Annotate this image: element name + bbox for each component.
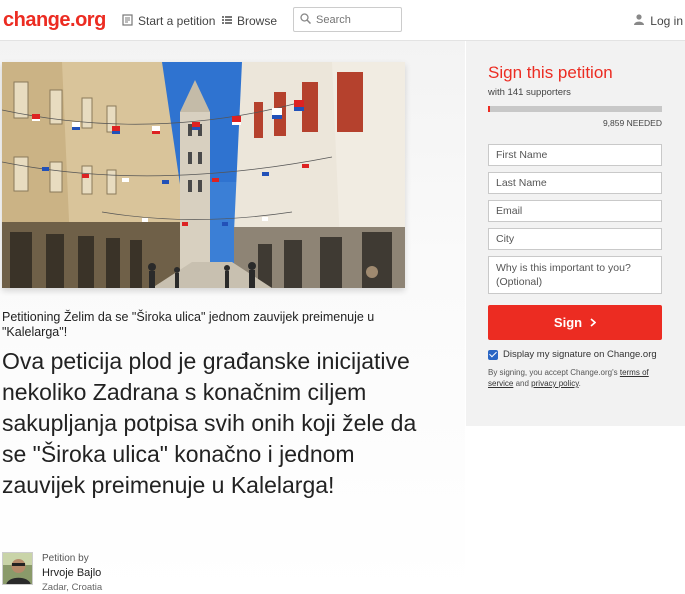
top-header: change.org Start a petition Browse Log i… <box>0 0 685 41</box>
browse-label: Browse <box>237 14 278 28</box>
terms-and: and <box>515 379 529 388</box>
sign-panel-pointer <box>466 410 685 426</box>
display-signature-checkbox[interactable] <box>488 349 498 360</box>
start-petition-label: Start a petition <box>138 14 216 28</box>
author-avatar[interactable] <box>2 552 33 585</box>
email-field[interactable] <box>488 200 662 222</box>
last-name-field[interactable] <box>488 172 662 194</box>
privacy-policy-link[interactable]: privacy policy <box>531 379 578 388</box>
display-signature-option[interactable]: Display my signature on Change.org <box>488 349 657 360</box>
petition-photo <box>2 62 405 288</box>
first-name-field[interactable] <box>488 144 662 166</box>
reason-field[interactable] <box>488 256 662 294</box>
list-icon <box>222 15 232 27</box>
city-field[interactable] <box>488 228 662 250</box>
terms-prefix: By signing, you accept Change.org's <box>488 368 618 377</box>
change-org-logo[interactable]: change.org <box>3 9 106 32</box>
start-petition-link[interactable]: Start a petition <box>122 14 215 28</box>
signature-progress-bar <box>488 106 662 112</box>
login-label: Log in <box>650 14 683 28</box>
signature-progress-fill <box>488 106 491 112</box>
sign-title: Sign this petition <box>488 63 613 82</box>
login-link[interactable]: Log in <box>634 14 683 28</box>
petitioning-target: Petitioning Želim da se "Široka ulica" j… <box>2 310 375 339</box>
user-icon <box>634 14 645 28</box>
chevron-right-icon <box>590 315 597 330</box>
display-signature-label: Display my signature on Change.org <box>503 349 657 360</box>
search-input[interactable] <box>316 13 396 26</box>
search-box[interactable] <box>293 7 402 32</box>
author-location: Zadar, Croatia <box>42 582 103 593</box>
author-name[interactable]: Hrvoje Bajlo <box>42 567 101 579</box>
search-icon <box>300 11 312 29</box>
petition-by-label: Petition by <box>42 553 89 564</box>
terms-suffix: . <box>578 379 581 388</box>
supporters-count: with 141 supporters <box>488 87 571 98</box>
signatures-needed: 9,859 NEEDED <box>602 118 662 128</box>
sign-button-label: Sign <box>553 315 583 330</box>
sign-button[interactable]: Sign <box>488 305 662 340</box>
terms-notice: By signing, you accept Change.org's term… <box>488 367 662 389</box>
browse-link[interactable]: Browse <box>222 14 277 28</box>
document-icon <box>122 14 133 28</box>
petition-headline: Ova peticija plod je građanske inicijati… <box>2 348 417 498</box>
